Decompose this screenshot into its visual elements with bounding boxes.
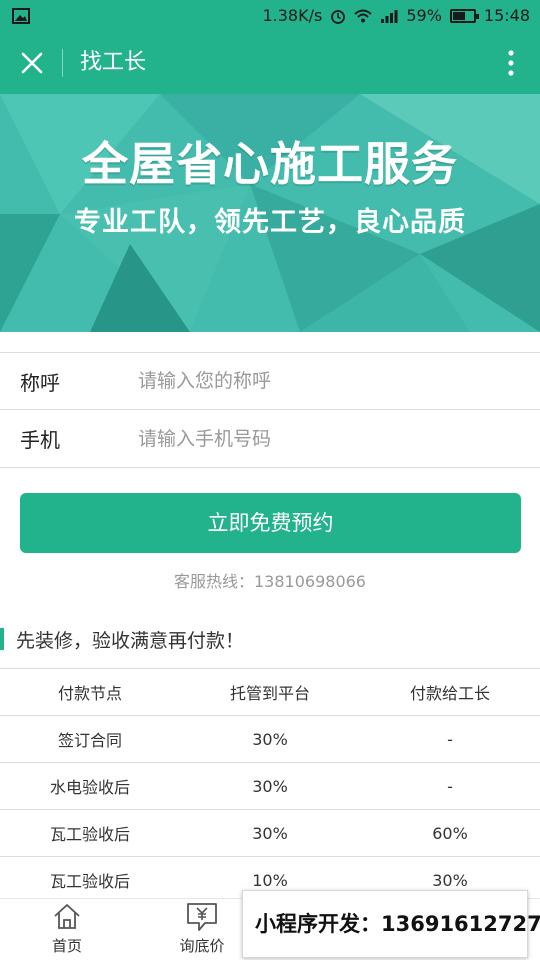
table-header-row: 付款节点 托管到平台 付款给工长 — [0, 669, 540, 716]
promo-overlay: 小程序开发：13691612727 — [242, 890, 540, 958]
title-bar: 找工长 — [0, 32, 540, 94]
table-cell: 60% — [432, 823, 468, 843]
section-accent-bar — [0, 628, 4, 650]
table-cell: 30% — [252, 729, 288, 749]
banner-subline: 专业工队，领先工艺，良心品质 — [74, 207, 466, 238]
header-cell: 付款给工长 — [409, 684, 490, 703]
table-cell: 水电验收后 — [49, 778, 130, 797]
table-cell: - — [447, 729, 453, 749]
wifi-icon — [354, 9, 372, 22]
battery-icon — [449, 8, 479, 23]
section-heading: 先装修，验收满意再付款！ — [0, 624, 540, 654]
hero-banner: 全屋省心施工服务 专业工队，领先工艺，良心品质 — [0, 94, 540, 332]
network-speed: 1.38K/s — [262, 6, 323, 25]
image-icon — [12, 8, 30, 24]
table-cell: 30% — [432, 870, 468, 890]
header-cell: 付款节点 — [57, 684, 122, 703]
table-cell: 30% — [252, 776, 288, 796]
nav-quote-label: 询底价 — [179, 937, 225, 955]
table-cell: - — [447, 776, 453, 796]
payment-table: 付款节点 托管到平台 付款给工长 签订合同 30% - 水电验收后 30% - … — [0, 668, 540, 904]
table-row: 签订合同 30% - — [0, 716, 540, 763]
phone-input[interactable] — [138, 427, 498, 450]
table-cell: 签订合同 — [57, 731, 122, 750]
price-chat-icon — [187, 903, 217, 931]
name-input[interactable] — [138, 370, 498, 392]
table-cell: 10% — [252, 870, 288, 890]
table-cell: 30% — [252, 823, 288, 843]
table-row: 瓦工验收后 30% 60% — [0, 810, 540, 857]
home-icon — [54, 904, 80, 929]
signal-icon — [381, 9, 398, 23]
phone-label: 手机 — [20, 428, 60, 452]
nav-item-quote[interactable]: 询底价 — [157, 899, 247, 960]
status-bar: 1.38K/s 59% 15:48 — [0, 0, 540, 32]
name-label: 称呼 — [20, 370, 60, 395]
banner-headline: 全屋省心施工服务 — [82, 137, 458, 191]
title-divider — [62, 49, 63, 77]
customer-hotline: 客服热线：13810698066 — [174, 572, 366, 591]
nav-item-home[interactable]: 首页 — [22, 899, 112, 960]
page-title: 找工长 — [80, 50, 147, 75]
booking-form: 称呼 手机 — [0, 352, 540, 468]
table-cell: 瓦工验收后 — [49, 825, 130, 844]
battery-percent: 59% — [406, 6, 442, 25]
book-now-button[interactable]: 立即免费预约 — [20, 493, 521, 553]
nav-home-label: 首页 — [51, 937, 82, 955]
name-row: 称呼 — [0, 353, 540, 410]
section-title: 先装修，验收满意再付款！ — [16, 630, 245, 652]
more-icon[interactable] — [508, 50, 514, 76]
table-cell: 瓦工验收后 — [49, 872, 130, 891]
table-row: 水电验收后 30% - — [0, 763, 540, 810]
alarm-icon — [331, 9, 346, 24]
clock: 15:48 — [483, 6, 530, 25]
header-cell: 托管到平台 — [229, 684, 310, 703]
close-icon[interactable] — [20, 51, 44, 75]
phone-row: 手机 — [0, 410, 540, 467]
